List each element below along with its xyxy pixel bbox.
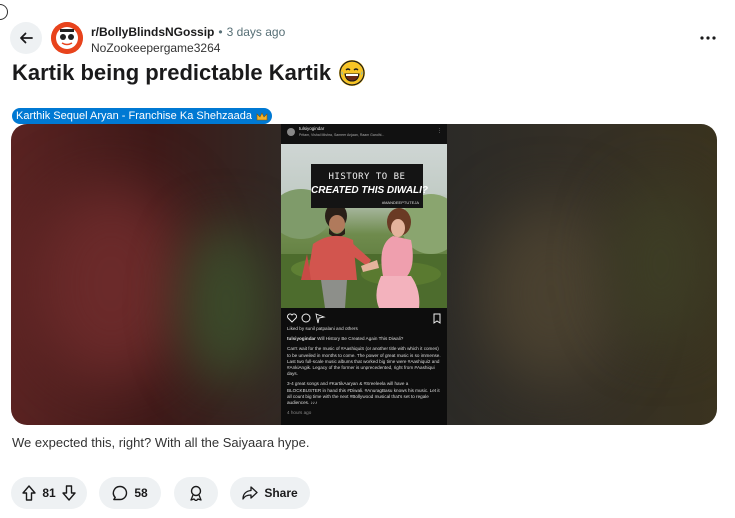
- more-dots-icon: [700, 36, 716, 40]
- share-icon: [242, 486, 258, 500]
- window-edge-glyph: [0, 4, 8, 20]
- ig-posted-time: 4 hours ago: [287, 410, 312, 416]
- ig-heart-icon: [287, 313, 297, 323]
- ig-meta: Pritam, Vishal Mishra, Sameer Anjaan, Ra…: [299, 133, 385, 137]
- back-arrow-icon: [20, 32, 33, 44]
- instagram-screenshot: tulsiyogindar Pritam, Vishal Mishra, Sam…: [281, 124, 447, 425]
- ig-caption-text: Liked by sunil patpalani and others tuls…: [287, 326, 441, 420]
- ig-more-icon: ⋮: [437, 128, 442, 134]
- post-body: We expected this, right? With all the Sa…: [12, 435, 310, 450]
- upvote-count: 81: [42, 486, 56, 500]
- author-name[interactable]: NoZookeepergame3264: [91, 41, 220, 55]
- ig-bookmark-icon: [433, 313, 441, 324]
- ig-send-icon: [315, 313, 326, 324]
- downvote-icon[interactable]: [61, 485, 76, 501]
- post-media[interactable]: tulsiyogindar Pritam, Vishal Mishra, Sam…: [11, 124, 717, 425]
- caption-line-1: HISTORY TO BE: [328, 172, 406, 182]
- award-button[interactable]: [174, 477, 218, 509]
- back-button[interactable]: [10, 22, 42, 54]
- ig-caption-heading: Will History Be Created Again This Diwal…: [317, 336, 404, 342]
- laughing-emoji-icon: [339, 60, 366, 86]
- upvote-icon[interactable]: [22, 485, 37, 501]
- ig-photo: HISTORY TO BE CREATED THIS DIWALI? #MAND…: [281, 144, 447, 308]
- award-icon: [190, 485, 202, 501]
- post-title: Kartik being predictable Kartik: [12, 60, 366, 86]
- ig-paragraph-2: 3-4 great songs and #KartikAaryan & #Sre…: [287, 381, 440, 406]
- ig-header: tulsiyogindar Pritam, Vishal Mishra, Sam…: [281, 124, 447, 144]
- post-meta-line: r/BollyBlindsNGossip • 3 days ago: [91, 25, 285, 39]
- post-title-text: Kartik being predictable Kartik: [12, 60, 332, 85]
- ig-username: tulsiyogindar: [299, 126, 325, 131]
- comment-icon: [113, 485, 128, 501]
- share-button[interactable]: Share: [230, 477, 310, 509]
- more-options-button[interactable]: [697, 30, 719, 46]
- subreddit-name[interactable]: r/BollyBlindsNGossip: [91, 25, 214, 39]
- share-label: Share: [264, 486, 298, 500]
- crown-icon: [256, 111, 268, 120]
- ig-comment-icon: [301, 313, 311, 323]
- comment-count: 58: [134, 486, 148, 500]
- post-flair[interactable]: Karthik Sequel Aryan - Franchise Ka Sheh…: [12, 108, 273, 124]
- photo-caption-box: HISTORY TO BE CREATED THIS DIWALI? #MAND…: [311, 164, 429, 208]
- ig-liked-by: Liked by sunil patpalani and others: [287, 326, 358, 331]
- ig-avatar: [287, 128, 295, 136]
- ig-caption-user: tulsiyogindar: [287, 336, 316, 342]
- meta-separator: •: [218, 25, 223, 39]
- vote-pill: 81: [11, 477, 87, 509]
- flair-text: Karthik Sequel Aryan - Franchise Ka Sheh…: [16, 110, 253, 122]
- comments-button[interactable]: 58: [99, 477, 161, 509]
- ig-action-bar: [286, 311, 442, 324]
- post-time: 3 days ago: [226, 25, 286, 39]
- ig-paragraph-1: Can't wait for the music of #AashiquiS (…: [287, 346, 441, 377]
- subreddit-avatar[interactable]: [51, 22, 83, 54]
- caption-tag: #MANDEEPTUTEJA: [381, 200, 419, 205]
- caption-line-2: CREATED THIS DIWALI?: [311, 185, 429, 196]
